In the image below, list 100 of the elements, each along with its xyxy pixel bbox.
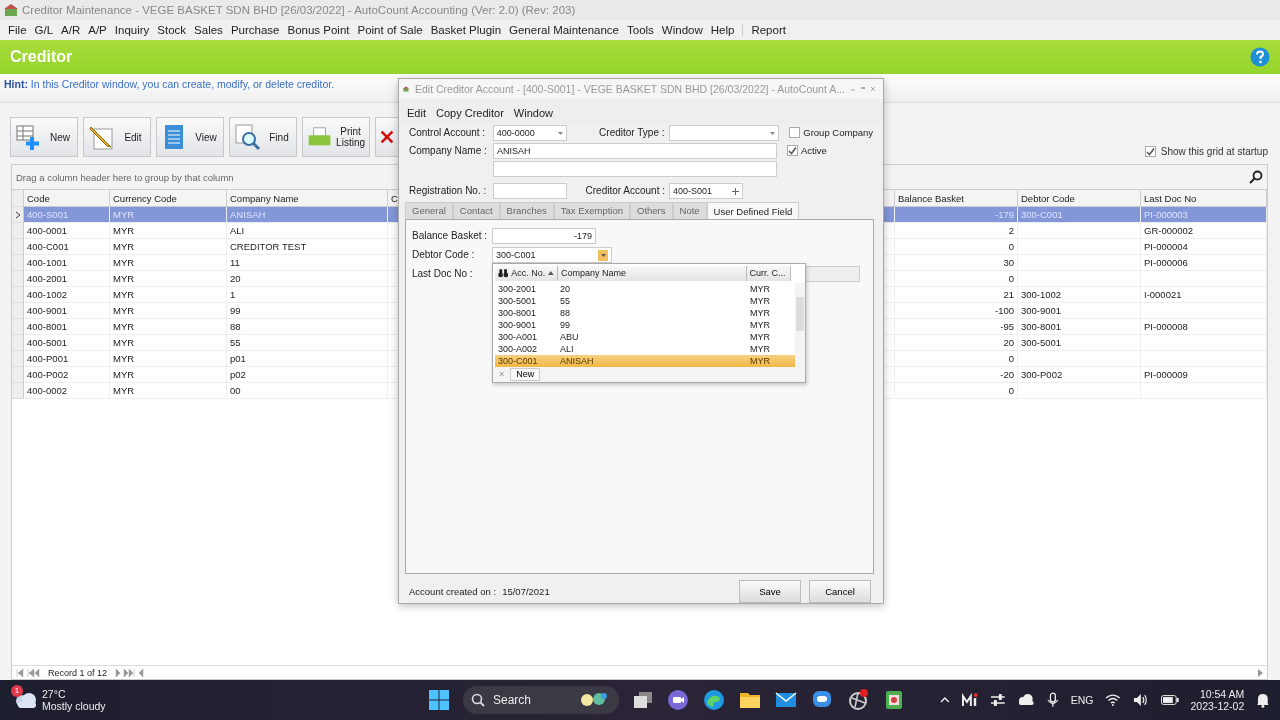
field-label: Registration No. : [409,185,488,197]
field-label: Creditor Account : [584,185,665,197]
table-cell: 400-8001 [27,321,68,332]
table-cell: 400-P002 [27,369,69,380]
table-cell-text: MYR [749,355,771,366]
table-cell: MYR [113,305,135,316]
table-cell: 400-S001 [27,209,69,220]
table-cell: 400-2001 [27,273,68,284]
notification-badge: 1 [11,685,23,697]
checkbox-label: Active [801,145,827,157]
clock-date: 2023-12-02 [1190,700,1245,712]
table-cell: 400-C001 [27,241,69,252]
table-cell-text: ALI [559,343,575,354]
clock-time: 10:54 AM [1199,688,1245,700]
table-cell: MYR [113,289,135,300]
table-cell: 11 [230,257,240,268]
table-cell-text: 300-2001 [497,283,538,294]
table-cell: MYR [113,225,135,236]
table-cell: CREDITOR TEST [230,241,307,252]
table-cell: 0 [1008,273,1014,284]
table-cell: -100 [995,305,1014,316]
table-cell: PI-000006 [1144,257,1188,268]
table-cell-text: 300-C001 [497,355,539,366]
table-cell: 400-0001 [27,225,68,236]
table-cell: 30 [1003,257,1014,268]
table-cell: -20 [1000,369,1014,380]
table-cell: 1 [230,289,236,300]
table-cell: -95 [1000,321,1014,332]
temperature: 27°C [42,688,67,700]
weather-condition: Mostly cloudy [42,700,106,712]
table-cell-text: MYR [749,319,771,330]
table-cell: MYR [113,385,135,396]
table-cell: 400-1001 [27,257,68,268]
table-cell: 99 [230,305,241,316]
table-cell: MYR [113,337,135,348]
table-cell: 300-P002 [1021,369,1063,380]
created-label: Account created on : [409,586,497,597]
table-cell: ANISAH [230,209,266,220]
created-date: 15/07/2021 [502,586,550,597]
table-cell: p01 [230,353,246,364]
table-cell-text: MYR [749,295,771,306]
field-label: Company Name : [409,145,488,157]
table-cell: 300-9001 [1021,305,1062,316]
checkbox-label: Show this grid at startup [1160,146,1268,157]
field-label: Balance Basket : [411,230,488,242]
table-cell: GR-000002 [1144,225,1194,236]
table-cell-text: 300-5001 [497,295,538,306]
field-label: Control Account : [409,127,487,139]
field-label: Creditor Type : [598,127,665,139]
table-cell: 400-9001 [27,305,68,316]
table-cell-text: 99 [559,319,571,330]
table-cell: 21 [1003,289,1014,300]
table-cell-text: MYR [749,331,771,342]
table-cell: I-000021 [1144,289,1182,300]
table-cell-text: ABU [559,331,580,342]
table-cell: 2 [1008,225,1014,236]
table-cell: -179 [995,209,1014,220]
table-cell-text: MYR [749,307,771,318]
table-cell-text: ANISAH [559,355,595,366]
table-cell: 400-P001 [27,353,69,364]
table-cell: PI-000009 [1144,369,1188,380]
table-cell: MYR [113,369,135,380]
dialog-title: Edit Creditor Account - [400-S001] - VEGE BASKET SDN BHD [26/03/2022] - AutoCount A... [415,82,845,95]
group-hint: Drag a column header here to group by that column [16,171,234,183]
window-title: Creditor Maintenance - VEGE BASKET SDN BHD [26/03/2022] - AutoCount Accounting (Ver: 2.0) (Rev: 203) [22,4,576,16]
field-label: Debtor Code : [411,249,476,261]
table-cell: 300-1002 [1021,289,1062,300]
table-cell-text: MYR [749,283,771,294]
table-cell: 0 [1008,385,1014,396]
page-title: Creditor [10,48,73,66]
table-cell: 400-1002 [27,289,68,300]
table-cell: 300-C001 [1021,209,1063,220]
table-cell: MYR [113,321,135,332]
table-cell: MYR [113,209,135,220]
table-cell: PI-000004 [1144,241,1188,252]
table-cell: 400-0002 [27,385,68,396]
table-cell: 300-8001 [1021,321,1062,332]
table-cell: 300-5001 [1021,337,1062,348]
table-cell: 00 [230,385,241,396]
field-label: Last Doc No : [411,268,474,280]
table-cell: ALI [230,225,245,236]
table-cell: 0 [1008,241,1014,252]
table-cell-text: 20 [559,283,571,294]
table-cell: p02 [230,369,246,380]
table-cell: 20 [1003,337,1014,348]
table-cell-text: 300-9001 [497,319,538,330]
table-cell-text: MYR [749,343,771,354]
table-cell: MYR [113,353,135,364]
table-cell: 0 [1008,353,1014,364]
table-cell: 20 [230,273,241,284]
table-cell: 400-5001 [27,337,68,348]
record-counter: Record 1 of 12 [48,667,108,678]
table-cell-text: 300-A002 [497,343,539,354]
table-cell: 55 [230,337,241,348]
table-cell: 88 [230,321,241,332]
table-cell: PI-000003 [1144,209,1188,220]
checkbox-label: Group Company [803,127,873,139]
table-cell-text: 300-A001 [497,331,539,342]
table-cell-text: 55 [559,295,571,306]
table-cell: MYR [113,241,135,252]
